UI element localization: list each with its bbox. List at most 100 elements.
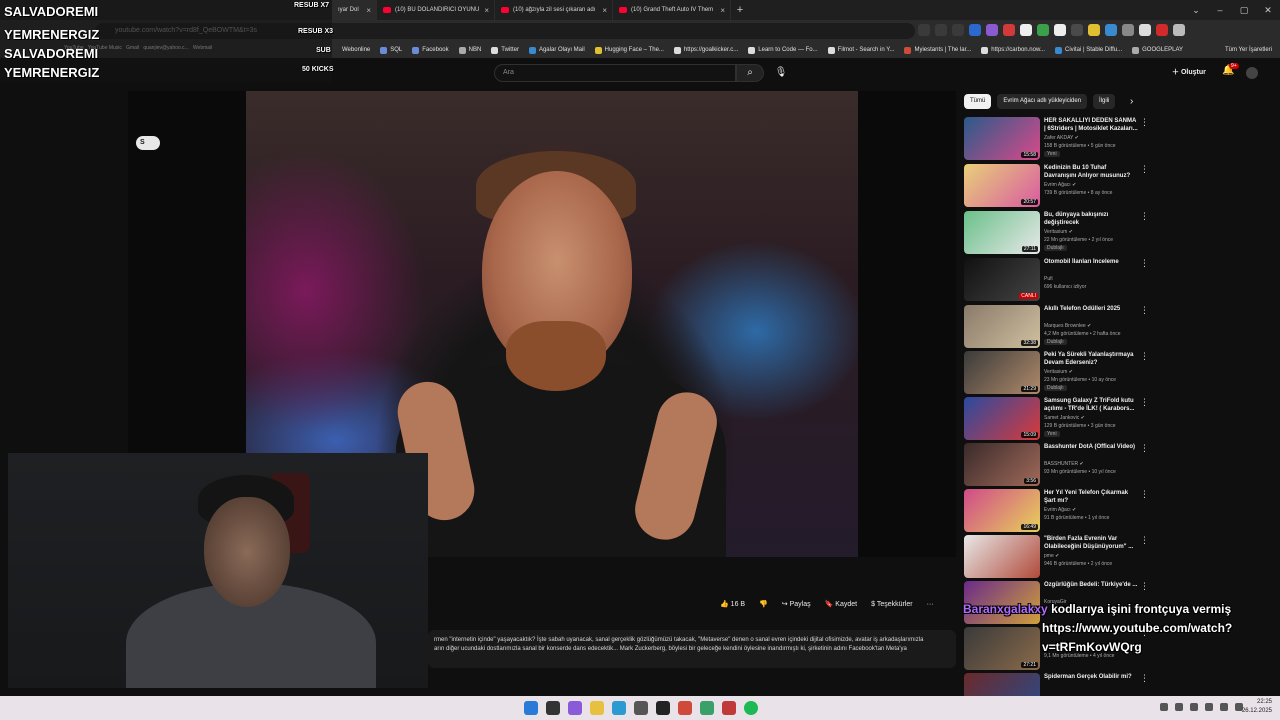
extension-icon[interactable] — [969, 24, 981, 36]
more-vert-icon[interactable]: ⋮ — [1140, 305, 1149, 316]
close-tab-icon[interactable]: × — [366, 6, 371, 15]
extension-icon[interactable] — [1054, 24, 1066, 36]
close-tab-icon[interactable]: × — [484, 6, 489, 15]
video-description[interactable]: rmen "internetin içinde" yaşayacaktık? İ… — [428, 630, 956, 668]
browser-tab[interactable]: (10) Grand Theft Auto IV Them × — [613, 0, 731, 20]
more-vert-icon[interactable]: ⋮ — [1140, 443, 1149, 454]
extension-icon[interactable] — [1003, 24, 1015, 36]
search-icon[interactable]: ⌕ — [736, 64, 764, 82]
bookmark-item[interactable]: NBN — [458, 46, 481, 54]
bookmark-item[interactable]: SQL — [380, 46, 402, 54]
more-vert-icon[interactable]: ⋮ — [1140, 351, 1149, 362]
close-tab-icon[interactable]: × — [602, 6, 607, 15]
close-window-button[interactable]: ✕ — [1256, 0, 1280, 20]
bookmark-item[interactable]: Facebook — [412, 46, 449, 54]
search-input[interactable]: Ara — [494, 64, 736, 82]
video-thumbnail[interactable]: 27:11 — [964, 211, 1040, 254]
recommendation-item[interactable]: "Birden Fazla Evrenin Var Olabileceğini … — [964, 535, 1149, 579]
browser-tab[interactable]: ıyar Dol × — [332, 0, 377, 20]
more-vert-icon[interactable]: ⋮ — [1140, 489, 1149, 500]
video-title[interactable]: Özgürlüğün Bedeli: Türkiye'de ... — [1044, 581, 1139, 589]
extension-icon[interactable] — [1088, 24, 1100, 36]
chrome-icon[interactable] — [678, 701, 692, 715]
video-title[interactable]: Her Yıl Yeni Telefon Çıkarmak Şart mı? — [1044, 489, 1139, 505]
search-icon[interactable] — [918, 24, 930, 36]
bookmark-item[interactable]: Webonline — [342, 47, 370, 53]
close-tab-icon[interactable]: × — [720, 6, 725, 15]
video-title[interactable]: Basshunter DotA (Offical Video) — [1044, 443, 1139, 451]
more-vert-icon[interactable]: ⋮ — [1140, 258, 1149, 269]
recommendation-item[interactable]: 20:57 Kedinizin Bu 10 Tuhaf Davranışını A… — [964, 164, 1149, 208]
more-vert-icon[interactable]: ⋮ — [1140, 397, 1149, 408]
microphone-icon[interactable]: 🎙 — [772, 64, 790, 82]
dislike-button[interactable]: 👎 — [759, 600, 768, 608]
video-thumbnail[interactable]: 32:38 — [964, 305, 1040, 348]
video-thumbnail[interactable]: CANLI — [964, 258, 1040, 301]
recommendation-item[interactable]: 27:11 Bu, dünyaya bakışınızı değiştirecek… — [964, 211, 1149, 255]
share-button[interactable]: ↪ Paylaş — [782, 600, 811, 608]
extension-icon[interactable] — [1020, 24, 1032, 36]
recommendation-item[interactable]: 32:38 Akıllı Telefon Ödülleri 2025 Marques… — [964, 305, 1149, 349]
bookmark-item[interactable]: Myiestants | The lar... — [904, 46, 971, 54]
recommendation-item[interactable]: 3:56 Basshunter DotA (Offical Video) BASSH… — [964, 443, 1149, 487]
recommendation-item[interactable]: 21:29 Peki Ya Sürekli Yalanlaştırmaya Dev… — [964, 351, 1149, 395]
more-vert-icon[interactable]: ⋮ — [1140, 211, 1149, 222]
bookmark-item[interactable]: Civitai | Stable Diffu... — [1054, 46, 1122, 54]
more-vert-icon[interactable]: ⋮ — [1140, 117, 1149, 128]
video-title[interactable]: Kedinizin Bu 10 Tuhaf Davranışını Anlıyo… — [1044, 164, 1139, 180]
more-vert-icon[interactable]: ⋮ — [1140, 535, 1149, 546]
recommendation-item[interactable]: CANLI Otomobil İlanları İnceleme Pufi 696 k… — [964, 258, 1149, 302]
bookmark-item[interactable]: Agalar Olayı Mail — [528, 46, 585, 54]
minimize-button[interactable]: – — [1208, 0, 1232, 20]
bookmark-item[interactable]: https://goalkicker.c... — [673, 46, 738, 54]
extension-icon[interactable] — [1122, 24, 1134, 36]
video-title[interactable]: HER SAKALLIYI DEDEN SANMA | 6Striders | … — [1044, 117, 1139, 133]
chip-all[interactable]: Tümü — [964, 94, 992, 109]
new-tab-button[interactable]: + — [731, 0, 749, 20]
video-title[interactable]: Bu, dünyaya bakışınızı değiştirecek — [1044, 211, 1139, 227]
extension-icon[interactable] — [1037, 24, 1049, 36]
video-thumbnail[interactable] — [964, 535, 1040, 578]
video-title[interactable]: Akıllı Telefon Ödülleri 2025 — [1044, 305, 1139, 313]
chevron-up-icon[interactable] — [1160, 703, 1168, 711]
browser-tab[interactable]: (10) ağzıyla zil sesi çıkaran adı × — [495, 0, 613, 20]
video-thumbnail[interactable]: 21:29 — [964, 351, 1040, 394]
bookmark-item[interactable]: Learn to Code — Fo... — [748, 46, 818, 54]
spotify-icon[interactable] — [744, 701, 758, 715]
recommendation-item[interactable]: 15:58 HER SAKALLIYI DEDEN SANMA | 6Stride… — [964, 117, 1149, 161]
video-title[interactable]: Otomobil İlanları İnceleme — [1044, 258, 1139, 266]
save-button[interactable]: 🔖 Kaydet — [825, 600, 857, 608]
extension-icon[interactable] — [1139, 24, 1151, 36]
like-button[interactable]: 👍 16 B — [720, 600, 745, 608]
more-vert-icon[interactable]: ⋮ — [1140, 164, 1149, 175]
bookmark-item[interactable]: Hugging Face – The... — [594, 46, 664, 54]
recommendation-item[interactable]: 16:49 Her Yıl Yeni Telefon Çıkarmak Şart … — [964, 489, 1149, 533]
windows-start-icon[interactable] — [524, 701, 538, 715]
bookmark-item[interactable]: GOOGLEPLAY — [1132, 46, 1183, 54]
chip-uploader[interactable]: Evrim Ağacı adlı yükleyiciden — [997, 94, 1088, 109]
bookmark-item[interactable]: Filmot - Search in Y... — [827, 46, 894, 54]
video-title[interactable]: Peki Ya Sürekli Yalanlaştırmaya Devam Ed… — [1044, 351, 1139, 367]
video-title[interactable]: "Birden Fazla Evrenin Var Olabileceğini … — [1044, 535, 1139, 551]
create-button[interactable]: ＋ Oluştur — [1172, 65, 1206, 81]
edge-icon[interactable] — [612, 701, 626, 715]
tray-app-icon[interactable] — [1190, 703, 1198, 711]
extension-icon[interactable] — [986, 24, 998, 36]
more-vert-icon[interactable]: ⋮ — [1140, 581, 1149, 592]
bookmark-star-icon[interactable] — [952, 24, 964, 36]
app-icon[interactable] — [722, 701, 736, 715]
extension-icon[interactable] — [1071, 24, 1083, 36]
extension-icon[interactable] — [1156, 24, 1168, 36]
calculator-icon[interactable] — [634, 701, 648, 715]
video-title[interactable]: Spiderman Gerçek Olabilir mi? — [1044, 673, 1139, 681]
tray-app-icon[interactable] — [1205, 703, 1213, 711]
all-bookmarks[interactable]: Tüm Yer İşaretleri — [1225, 42, 1272, 58]
app-icon[interactable] — [700, 701, 714, 715]
recommendation-item[interactable]: 15:09 Samsung Galaxy Z TriFold kutu açılı… — [964, 397, 1149, 441]
install-icon[interactable] — [935, 24, 947, 36]
chip-related[interactable]: İlgili — [1093, 94, 1116, 109]
wifi-icon[interactable] — [1220, 703, 1228, 711]
file-explorer-icon[interactable] — [590, 701, 604, 715]
video-title[interactable]: Samsung Galaxy Z TriFold kutu açılımı - … — [1044, 397, 1139, 413]
system-clock[interactable]: 22:25 26.12.2025 — [1242, 698, 1272, 716]
